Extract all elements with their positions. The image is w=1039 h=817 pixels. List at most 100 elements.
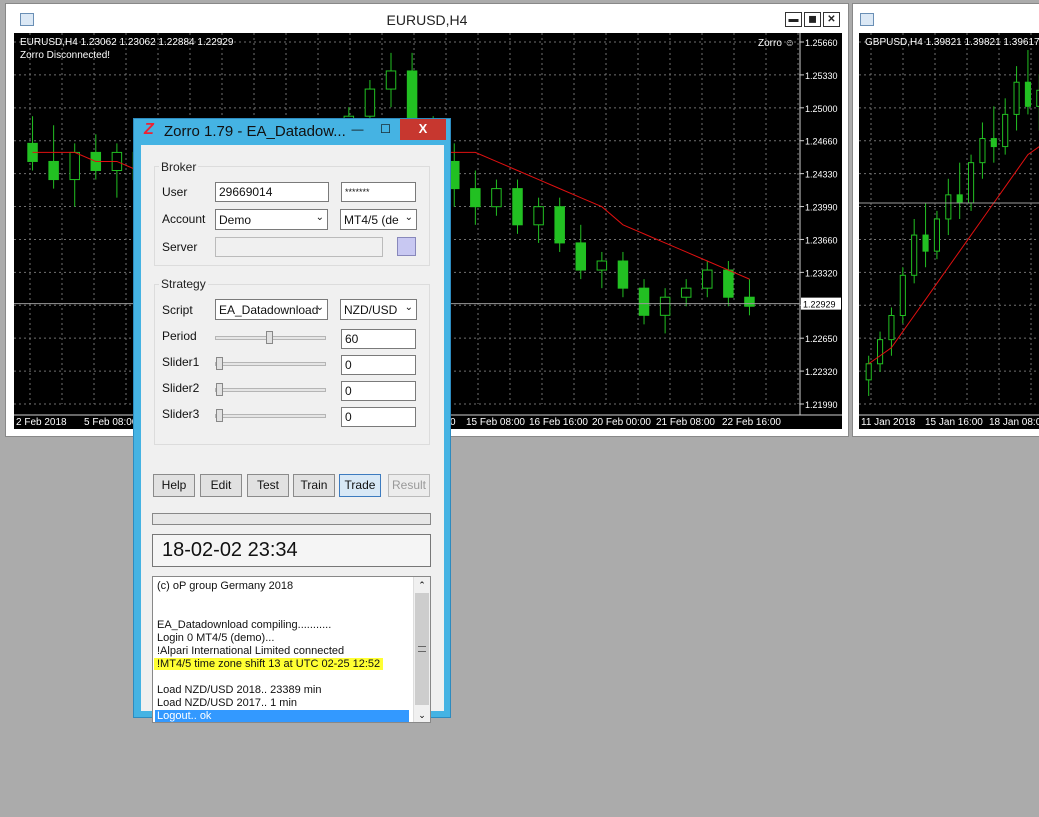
price-label: 1.22320	[805, 367, 838, 377]
candle-body	[877, 339, 884, 365]
date-label: 11 Jan 2018	[861, 417, 916, 428]
candle-body	[554, 206, 565, 244]
date-label: 15 Feb 08:00	[466, 417, 525, 428]
log-line: EA_Datadownload compiling...........	[157, 619, 332, 631]
test-button[interactable]: Test	[247, 474, 289, 497]
candle-body	[888, 315, 895, 341]
log-line: Logout.. ok	[155, 710, 409, 722]
asset-select-value: NZD/USD	[344, 303, 398, 317]
chart-window-gbpusd[interactable]: 11 Jan 2018 15 Jan 16:00 18 Jan 08:00 GBPUS…	[852, 3, 1039, 437]
chart-window-icon-2	[860, 13, 874, 26]
zorro-maximize-button[interactable]: ☐	[372, 120, 399, 139]
scroll-thumb[interactable]	[415, 593, 429, 705]
user-label: User	[162, 185, 188, 199]
price-label: 1.23660	[805, 235, 838, 245]
date-label: 20 Feb 00:00	[592, 417, 651, 428]
candle-body	[922, 234, 929, 252]
slider2-thumb[interactable]	[216, 383, 223, 396]
price-chart-gbpusd[interactable]: 11 Jan 2018 15 Jan 16:00 18 Jan 08:00 GBPUS…	[859, 33, 1039, 429]
log-line: (c) oP group Germany 2018	[157, 580, 294, 592]
window-titlebar[interactable]: EURUSD,H4 ▬ ◼ ✕	[6, 4, 848, 34]
candle-body	[491, 188, 502, 208]
script-select[interactable]: EA_Datadownload ⌄	[215, 299, 328, 320]
message-log[interactable]: (c) oP group Germany 2018 EA_Datadownload…	[152, 576, 431, 723]
price-label: 1.25660	[805, 38, 838, 48]
price-label: 1.21990	[805, 400, 838, 410]
slider2-track[interactable]	[215, 388, 326, 392]
log-line: Login 0 MT4/5 (demo)...	[157, 632, 275, 644]
train-button[interactable]: Train	[293, 474, 335, 497]
grip-icon	[418, 646, 426, 652]
server-input[interactable]	[215, 237, 383, 257]
edit-button[interactable]: Edit	[200, 474, 242, 497]
candle-body	[617, 260, 629, 289]
date-label: 16 Feb 16:00	[529, 417, 588, 428]
log-line: !MT4/5 time zone shift 13 at UTC 02-25 1…	[154, 658, 384, 671]
candle-body	[364, 88, 376, 117]
progress-bar	[152, 513, 431, 525]
candle-body	[385, 70, 397, 90]
candle-body	[865, 363, 872, 381]
candle-body	[899, 274, 906, 317]
slider1-input[interactable]: 0	[341, 355, 416, 375]
slider3-thumb[interactable]	[216, 409, 223, 422]
scroll-down-icon[interactable]: ⌄	[415, 708, 429, 722]
window-title: EURUSD,H4	[386, 12, 468, 28]
candle-body	[744, 296, 755, 307]
price-label: 1.24660	[805, 137, 838, 147]
asset-select[interactable]: NZD/USD ⌄	[340, 299, 417, 320]
zorro-close-button[interactable]: X	[400, 119, 446, 140]
price-label: 1.23990	[805, 203, 838, 213]
server-label: Server	[162, 240, 198, 254]
candle-body	[968, 162, 975, 204]
account-label: Account	[162, 212, 206, 226]
zorro-minimize-button[interactable]: —	[344, 120, 371, 139]
candle-body	[702, 269, 713, 289]
candle-body	[575, 242, 587, 271]
result-button[interactable]: Result	[388, 474, 430, 497]
log-line: Load NZD/USD 2018.. 23389 min	[157, 684, 322, 696]
window-titlebar-2[interactable]	[853, 4, 1039, 34]
slider1-track[interactable]	[215, 362, 326, 366]
slider1-thumb[interactable]	[216, 357, 223, 370]
candle-body	[48, 160, 59, 181]
chevron-down-icon: ⌄	[315, 212, 324, 223]
account-select-value: Demo	[219, 213, 252, 227]
zorro-window[interactable]: Z Zorro 1.79 - EA_Datadow... — ☐ X Broke…	[133, 118, 451, 723]
script-label: Script	[162, 303, 193, 317]
color-swatch-button[interactable]	[397, 237, 416, 256]
chart-canvas-2[interactable]: 11 Jan 2018 15 Jan 16:00 18 Jan 08:00 GBPUS…	[859, 33, 1039, 429]
slider3-track[interactable]	[215, 414, 326, 418]
candle-body	[69, 151, 80, 181]
zorro-titlebar[interactable]: Z Zorro 1.79 - EA_Datadow... — ☐ X	[134, 119, 450, 141]
chevron-down-icon: ⌄	[404, 302, 413, 313]
user-input[interactable]: 29669014	[215, 182, 329, 202]
candle-body	[933, 218, 940, 252]
period-label: Period	[162, 329, 197, 343]
maximize-button[interactable]: ◼	[804, 12, 821, 27]
scroll-up-icon[interactable]: ⌃	[415, 578, 429, 592]
password-input[interactable]: *******	[341, 182, 416, 202]
candle-body	[638, 287, 650, 316]
help-button[interactable]: Help	[153, 474, 195, 497]
trade-button[interactable]: Trade	[339, 474, 381, 497]
candle-body	[659, 296, 671, 316]
log-scrollbar[interactable]: ⌃ ⌄	[413, 577, 430, 722]
chart-status: Zorro Disconnected!	[20, 50, 110, 61]
account-select[interactable]: Demo ⌄	[215, 209, 328, 230]
broker-group-label: Broker	[159, 160, 199, 174]
period-input[interactable]: 60	[341, 329, 416, 349]
price-label: 1.24330	[805, 170, 838, 180]
platform-select[interactable]: MT4/5 (de ⌄	[340, 209, 417, 230]
slider1-label: Slider1	[162, 355, 200, 369]
slider3-input[interactable]: 0	[341, 407, 416, 427]
close-button[interactable]: ✕	[823, 12, 840, 27]
candle-body	[680, 287, 692, 298]
candle-body	[979, 138, 986, 164]
candle-body	[723, 269, 734, 298]
zorro-logo-icon: Z	[144, 121, 154, 138]
period-slider-thumb[interactable]	[266, 331, 273, 344]
candle-body	[945, 194, 952, 220]
slider2-input[interactable]: 0	[341, 381, 416, 401]
minimize-button[interactable]: ▬	[785, 12, 802, 27]
